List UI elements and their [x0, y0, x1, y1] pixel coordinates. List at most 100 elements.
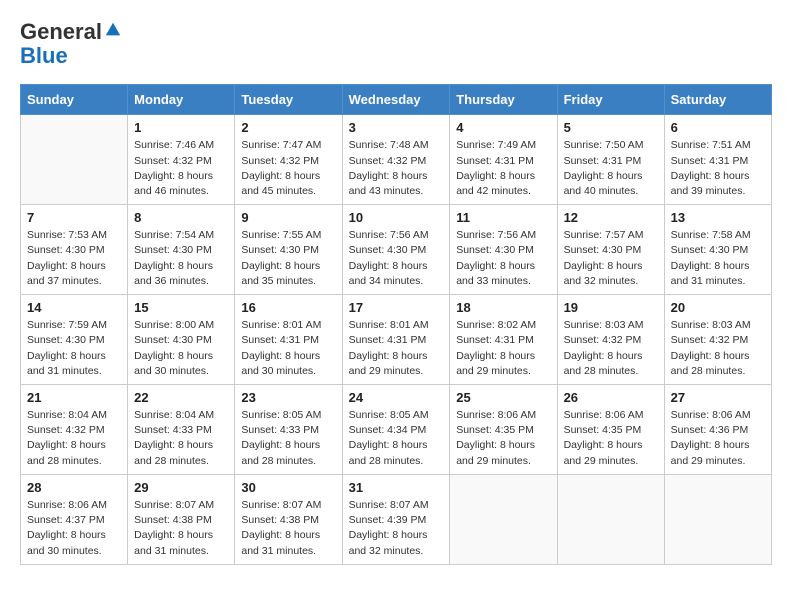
day-info: Sunrise: 7:55 AM Sunset: 4:30 PM Dayligh…: [241, 228, 335, 289]
calendar-day-header: Wednesday: [342, 85, 450, 115]
calendar-cell: [664, 474, 771, 564]
calendar-cell: 2Sunrise: 7:47 AM Sunset: 4:32 PM Daylig…: [235, 115, 342, 205]
day-info: Sunrise: 7:51 AM Sunset: 4:31 PM Dayligh…: [671, 138, 765, 199]
day-number: 19: [564, 300, 658, 315]
day-number: 6: [671, 120, 765, 135]
calendar-cell: 26 Sunrise: 8:06 AM Sunset: 4:35 PM Dayli…: [557, 385, 664, 475]
calendar-day-header: Friday: [557, 85, 664, 115]
calendar-cell: 12 Sunrise: 7:57 AM Sunset: 4:30 PM Dayli…: [557, 205, 664, 295]
day-number: 11: [456, 210, 550, 225]
calendar-cell: 13 Sunrise: 7:58 AM Sunset: 4:30 PM Dayli…: [664, 205, 771, 295]
logo: General Blue: [20, 20, 122, 68]
day-info: Sunrise: 8:00 AM Sunset: 4:30 PM Dayligh…: [134, 318, 228, 379]
calendar-cell: 20 Sunrise: 8:03 AM Sunset: 4:32 PM Dayli…: [664, 295, 771, 385]
day-number: 29: [134, 480, 228, 495]
calendar-cell: [557, 474, 664, 564]
calendar-cell: 5 Sunrise: 7:50 AM Sunset: 4:31 PM Daylig…: [557, 115, 664, 205]
day-number: 4: [456, 120, 550, 135]
day-info: Sunrise: 7:46 AM Sunset: 4:32 PM Dayligh…: [134, 138, 228, 199]
day-info: Sunrise: 7:57 AM Sunset: 4:30 PM Dayligh…: [564, 228, 658, 289]
calendar-cell: 23 Sunrise: 8:05 AM Sunset: 4:33 PM Dayli…: [235, 385, 342, 475]
logo-icon: [104, 21, 122, 39]
day-info: Sunrise: 8:05 AM Sunset: 4:34 PM Dayligh…: [349, 408, 444, 469]
logo-general-text: General: [20, 19, 102, 44]
day-info: Sunrise: 8:03 AM Sunset: 4:32 PM Dayligh…: [564, 318, 658, 379]
calendar-day-header: Thursday: [450, 85, 557, 115]
calendar-cell: [450, 474, 557, 564]
day-number: 20: [671, 300, 765, 315]
day-info: Sunrise: 8:07 AM Sunset: 4:38 PM Dayligh…: [134, 498, 228, 559]
day-number: 28: [27, 480, 121, 495]
calendar-header-row: SundayMondayTuesdayWednesdayThursdayFrid…: [21, 85, 772, 115]
calendar-cell: 4 Sunrise: 7:49 AM Sunset: 4:31 PM Daylig…: [450, 115, 557, 205]
day-number: 17: [349, 300, 444, 315]
calendar-day-header: Tuesday: [235, 85, 342, 115]
calendar-cell: [21, 115, 128, 205]
day-number: 15: [134, 300, 228, 315]
day-info: Sunrise: 7:50 AM Sunset: 4:31 PM Dayligh…: [564, 138, 658, 199]
calendar-cell: 3 Sunrise: 7:48 AM Sunset: 4:32 PM Daylig…: [342, 115, 450, 205]
calendar-cell: 6 Sunrise: 7:51 AM Sunset: 4:31 PM Daylig…: [664, 115, 771, 205]
day-info: Sunrise: 7:59 AM Sunset: 4:30 PM Dayligh…: [27, 318, 121, 379]
day-info: Sunrise: 8:07 AM Sunset: 4:38 PM Dayligh…: [241, 498, 335, 559]
calendar-cell: 21 Sunrise: 8:04 AM Sunset: 4:32 PM Dayli…: [21, 385, 128, 475]
day-info: Sunrise: 7:53 AM Sunset: 4:30 PM Dayligh…: [27, 228, 121, 289]
day-number: 1: [134, 120, 228, 135]
calendar-day-header: Saturday: [664, 85, 771, 115]
day-info: Sunrise: 7:58 AM Sunset: 4:30 PM Dayligh…: [671, 228, 765, 289]
calendar-cell: 28 Sunrise: 8:06 AM Sunset: 4:37 PM Dayli…: [21, 474, 128, 564]
calendar-cell: 16Sunrise: 8:01 AM Sunset: 4:31 PM Dayli…: [235, 295, 342, 385]
calendar-cell: 18 Sunrise: 8:02 AM Sunset: 4:31 PM Dayli…: [450, 295, 557, 385]
day-info: Sunrise: 8:01 AM Sunset: 4:31 PM Dayligh…: [349, 318, 444, 379]
day-number: 10: [349, 210, 444, 225]
calendar-cell: 7 Sunrise: 7:53 AM Sunset: 4:30 PM Daylig…: [21, 205, 128, 295]
day-info: Sunrise: 8:06 AM Sunset: 4:37 PM Dayligh…: [27, 498, 121, 559]
day-info: Sunrise: 7:49 AM Sunset: 4:31 PM Dayligh…: [456, 138, 550, 199]
calendar-week-row: 7 Sunrise: 7:53 AM Sunset: 4:30 PM Daylig…: [21, 205, 772, 295]
calendar-week-row: 14 Sunrise: 7:59 AM Sunset: 4:30 PM Dayli…: [21, 295, 772, 385]
day-number: 26: [564, 390, 658, 405]
day-info: Sunrise: 8:02 AM Sunset: 4:31 PM Dayligh…: [456, 318, 550, 379]
day-number: 23: [241, 390, 335, 405]
day-info: Sunrise: 7:48 AM Sunset: 4:32 PM Dayligh…: [349, 138, 444, 199]
day-info: Sunrise: 7:56 AM Sunset: 4:30 PM Dayligh…: [456, 228, 550, 289]
calendar-cell: 24 Sunrise: 8:05 AM Sunset: 4:34 PM Dayli…: [342, 385, 450, 475]
calendar-week-row: 1 Sunrise: 7:46 AM Sunset: 4:32 PM Daylig…: [21, 115, 772, 205]
calendar-cell: 15 Sunrise: 8:00 AM Sunset: 4:30 PM Dayli…: [128, 295, 235, 385]
day-info: Sunrise: 8:03 AM Sunset: 4:32 PM Dayligh…: [671, 318, 765, 379]
calendar-cell: 30Sunrise: 8:07 AM Sunset: 4:38 PM Dayli…: [235, 474, 342, 564]
day-info: Sunrise: 8:06 AM Sunset: 4:35 PM Dayligh…: [456, 408, 550, 469]
day-info: Sunrise: 8:06 AM Sunset: 4:35 PM Dayligh…: [564, 408, 658, 469]
day-number: 3: [349, 120, 444, 135]
calendar-cell: 25Sunrise: 8:06 AM Sunset: 4:35 PM Dayli…: [450, 385, 557, 475]
day-info: Sunrise: 8:05 AM Sunset: 4:33 PM Dayligh…: [241, 408, 335, 469]
calendar-week-row: 21 Sunrise: 8:04 AM Sunset: 4:32 PM Dayli…: [21, 385, 772, 475]
day-number: 21: [27, 390, 121, 405]
calendar-day-header: Sunday: [21, 85, 128, 115]
calendar-body: 1 Sunrise: 7:46 AM Sunset: 4:32 PM Daylig…: [21, 115, 772, 564]
day-number: 7: [27, 210, 121, 225]
day-number: 14: [27, 300, 121, 315]
calendar-cell: 27Sunrise: 8:06 AM Sunset: 4:36 PM Dayli…: [664, 385, 771, 475]
calendar-day-header: Monday: [128, 85, 235, 115]
calendar-cell: 17 Sunrise: 8:01 AM Sunset: 4:31 PM Dayli…: [342, 295, 450, 385]
day-number: 27: [671, 390, 765, 405]
day-info: Sunrise: 8:01 AM Sunset: 4:31 PM Dayligh…: [241, 318, 335, 379]
page-header: General Blue: [20, 20, 772, 68]
logo-blue-text: Blue: [20, 43, 68, 68]
day-number: 13: [671, 210, 765, 225]
calendar-cell: 19 Sunrise: 8:03 AM Sunset: 4:32 PM Dayli…: [557, 295, 664, 385]
day-number: 12: [564, 210, 658, 225]
day-info: Sunrise: 8:04 AM Sunset: 4:32 PM Dayligh…: [27, 408, 121, 469]
calendar-cell: 14 Sunrise: 7:59 AM Sunset: 4:30 PM Dayli…: [21, 295, 128, 385]
calendar-cell: 8 Sunrise: 7:54 AM Sunset: 4:30 PM Daylig…: [128, 205, 235, 295]
day-number: 8: [134, 210, 228, 225]
day-number: 5: [564, 120, 658, 135]
calendar-table: SundayMondayTuesdayWednesdayThursdayFrid…: [20, 84, 772, 564]
day-info: Sunrise: 7:54 AM Sunset: 4:30 PM Dayligh…: [134, 228, 228, 289]
day-number: 22: [134, 390, 228, 405]
day-number: 24: [349, 390, 444, 405]
calendar-cell: 10Sunrise: 7:56 AM Sunset: 4:30 PM Dayli…: [342, 205, 450, 295]
day-number: 18: [456, 300, 550, 315]
calendar-cell: 1 Sunrise: 7:46 AM Sunset: 4:32 PM Daylig…: [128, 115, 235, 205]
